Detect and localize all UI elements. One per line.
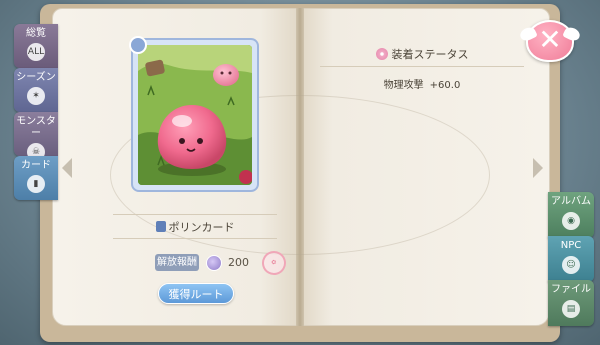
coin-icon [206,255,222,271]
card-type-icon [155,221,166,232]
stat-value: +60.0 [429,80,461,91]
card-name-text: ポリンカード [168,221,235,234]
stat-row: 物理攻撃 +60.0 [320,76,524,91]
tab-season-label: シーズン [16,72,56,83]
tab-card[interactable]: カード ▮ [14,156,58,200]
reward-label: 解放報酬 [155,254,199,271]
prev-page-arrow-icon[interactable] [62,158,72,178]
tab-file-label: ファイル [551,284,591,295]
tab-monster-label: モンスター [16,116,56,139]
card-artwork [138,45,252,185]
poring-illustration [138,45,252,185]
tab-card-label: カード [21,160,51,171]
game-scene: 総覧 ALL シーズン ✶ モンスター ☠ カード ▮ アルバム ◉ NPC ☺… [0,0,600,345]
tab-monster[interactable]: モンスター ☠ [14,112,58,161]
equip-status-title: 装着ステータス [391,48,469,61]
star-icon: ✶ [27,87,45,105]
camera-icon: ◉ [562,212,580,230]
card-corner-badge-icon [129,36,147,54]
tab-album-label: アルバム [551,196,591,207]
card-name: ポリンカード [120,219,270,235]
card-icon: ▮ [27,175,45,193]
equip-status-header: 装着ステータス [317,46,527,66]
close-icon: ✕ [538,23,562,56]
next-page-arrow-icon[interactable] [533,158,543,178]
close-button[interactable]: ✕ [518,20,582,62]
person-icon: ☺ [562,256,580,274]
tab-album[interactable]: アルバム ◉ [548,192,594,238]
card-name-divider-bottom [113,238,277,239]
tab-season[interactable]: シーズン ✶ [14,68,58,112]
stat-label: 物理攻撃 [383,80,424,91]
card-name-divider-top [113,214,277,215]
tab-npc[interactable]: NPC ☺ [548,236,594,282]
flower-icon [375,48,388,60]
status-divider [320,66,524,67]
reward-value: 200 [228,256,249,269]
acquisition-route-button[interactable]: 獲得ルート [158,283,234,304]
tab-npc-label: NPC [560,240,582,251]
file-icon: ▤ [562,300,580,318]
card-frame [129,36,259,192]
all-icon: ALL [27,43,45,61]
tab-all-label: 総覧 [26,28,46,39]
wing-right-icon [562,25,582,43]
tab-file[interactable]: ファイル ▤ [548,280,594,326]
tab-all[interactable]: 総覧 ALL [14,24,58,68]
